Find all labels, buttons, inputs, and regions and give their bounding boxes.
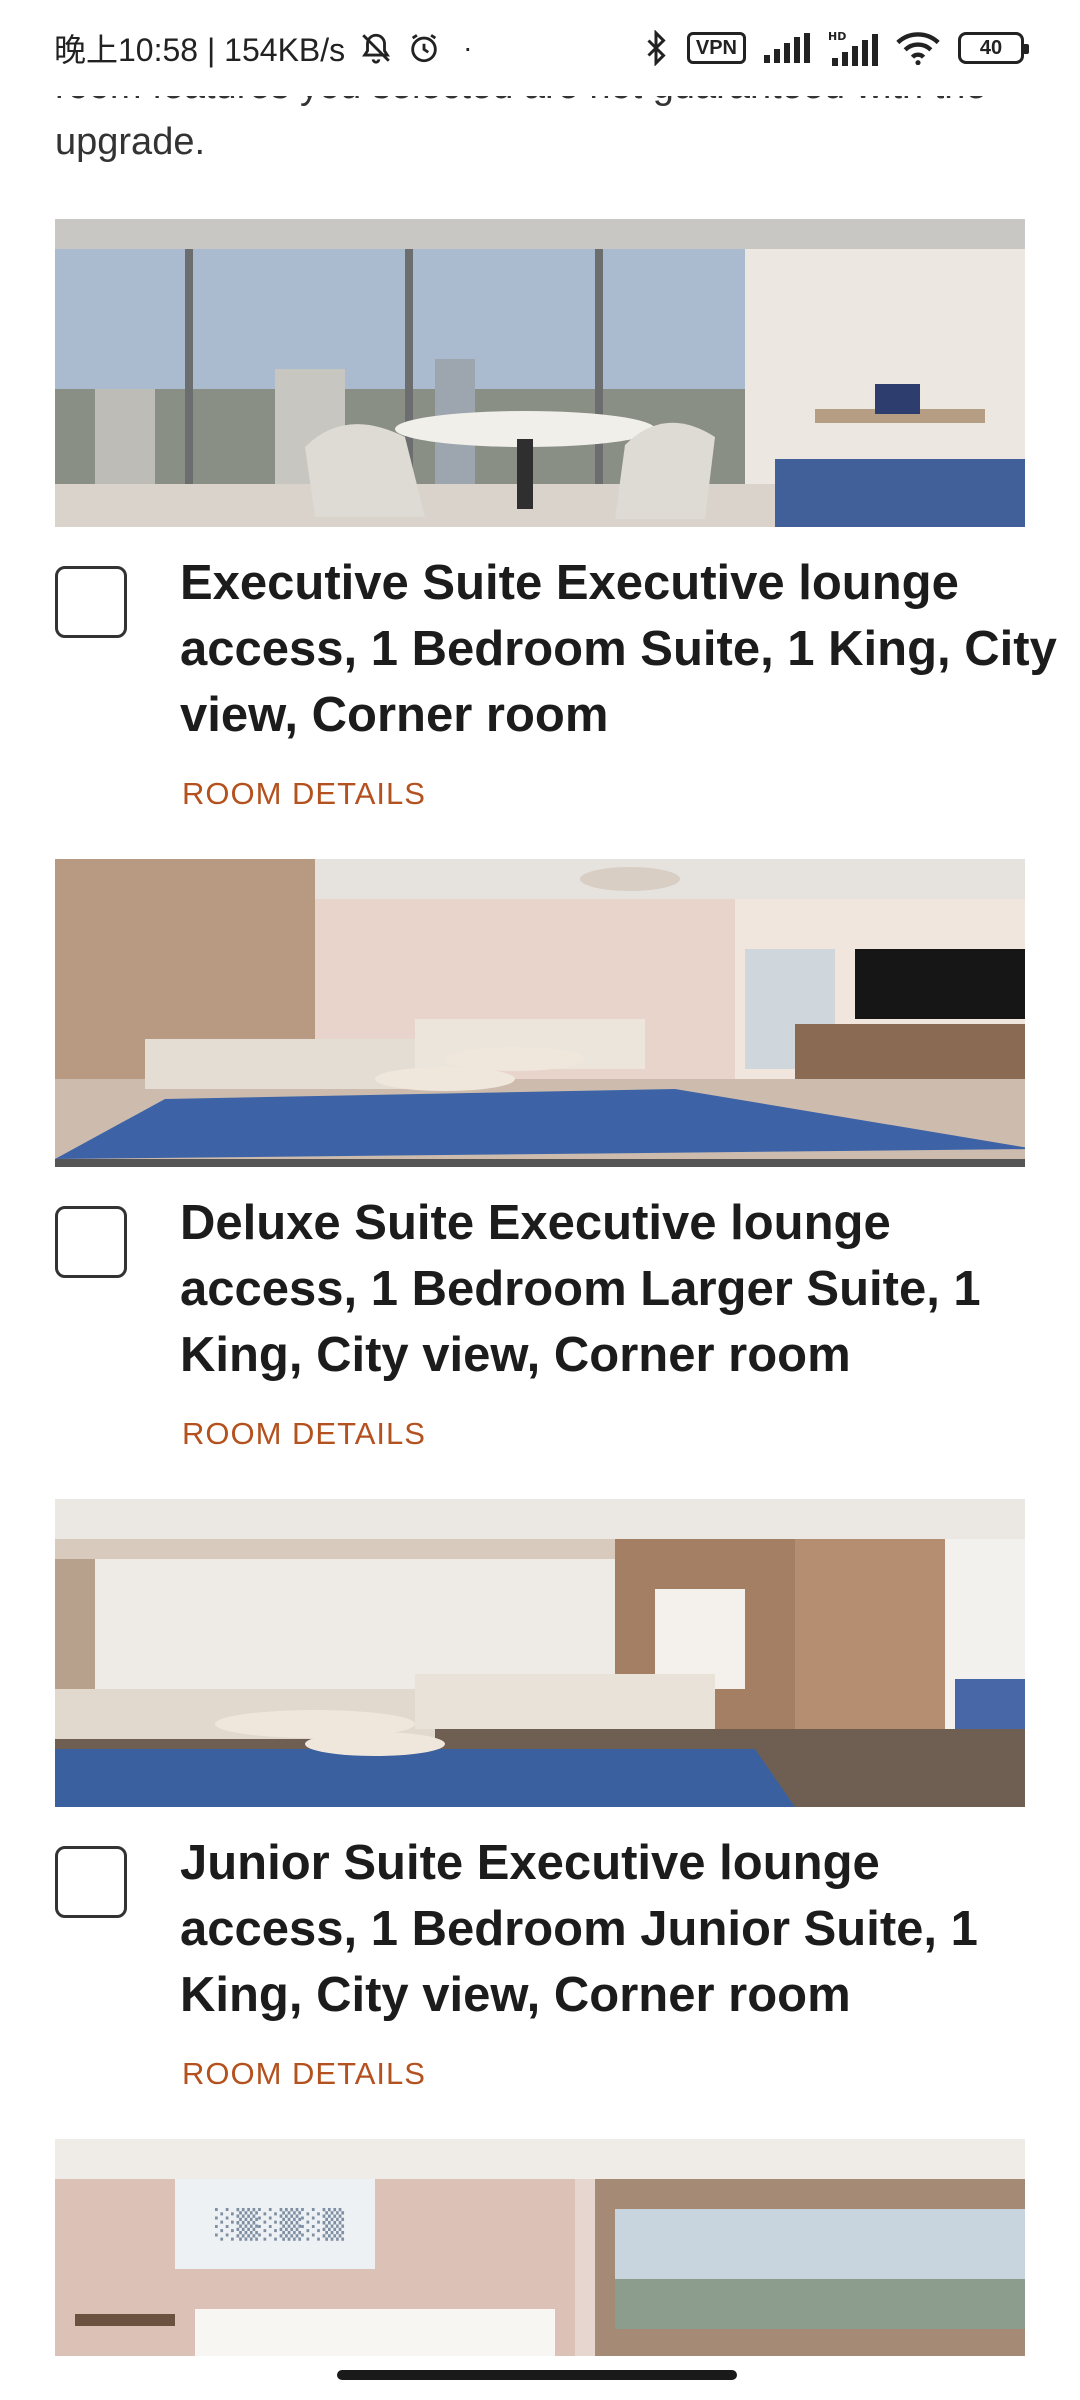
bluetooth-icon [643,30,669,66]
room-image-junior-suite[interactable] [55,1499,1025,1807]
hd-signal-icon: HD [828,30,878,66]
svg-text:HD: HD [828,30,846,43]
battery-icon: 40 [958,32,1029,64]
room-checkbox-deluxe-suite[interactable] [55,1206,127,1278]
alarm-clock-icon [407,31,441,65]
room-image-next-room[interactable]: ░▒░▒░▒ [55,2139,1025,2357]
room-checkbox-junior-suite[interactable] [55,1846,127,1918]
room-title-executive-suite: Executive Suite Executive lounge access,… [180,556,1057,742]
vpn-badge: VPN [686,32,746,64]
status-right: VPN HD 40 [643,30,1029,66]
room-details-link-junior-suite[interactable]: ROOM DETAILS [182,2056,426,2092]
room-details-link-deluxe-suite[interactable]: ROOM DETAILS [182,1416,426,1452]
mute-bell-icon [359,31,393,65]
room-image-executive-suite[interactable] [55,219,1025,527]
status-dot: · [463,32,473,63]
room-title-deluxe-suite: Deluxe Suite Executive lounge access, 1 … [180,1196,981,1382]
svg-text:░▒░▒░▒: ░▒░▒░▒ [215,2207,345,2241]
screen: 晚上10:58 | 154KB/s · VPN HD 40 upgrade. E… [0,0,1080,2400]
signal-icon [764,33,810,63]
status-bar: 晚上10:58 | 154KB/s · VPN HD 40 [0,0,1080,96]
room-image-deluxe-suite[interactable] [55,859,1025,1167]
room-details-link-executive-suite[interactable]: ROOM DETAILS [182,776,426,812]
room-checkbox-executive-suite[interactable] [55,566,127,638]
status-left: 晚上10:58 | 154KB/s · [54,25,472,71]
home-indicator[interactable] [337,2370,737,2380]
wifi-icon [896,31,940,65]
status-time: 晚上10:58 | 154KB/s [54,32,346,68]
room-title-junior-suite: Junior Suite Executive lounge access, 1 … [180,1836,978,2022]
